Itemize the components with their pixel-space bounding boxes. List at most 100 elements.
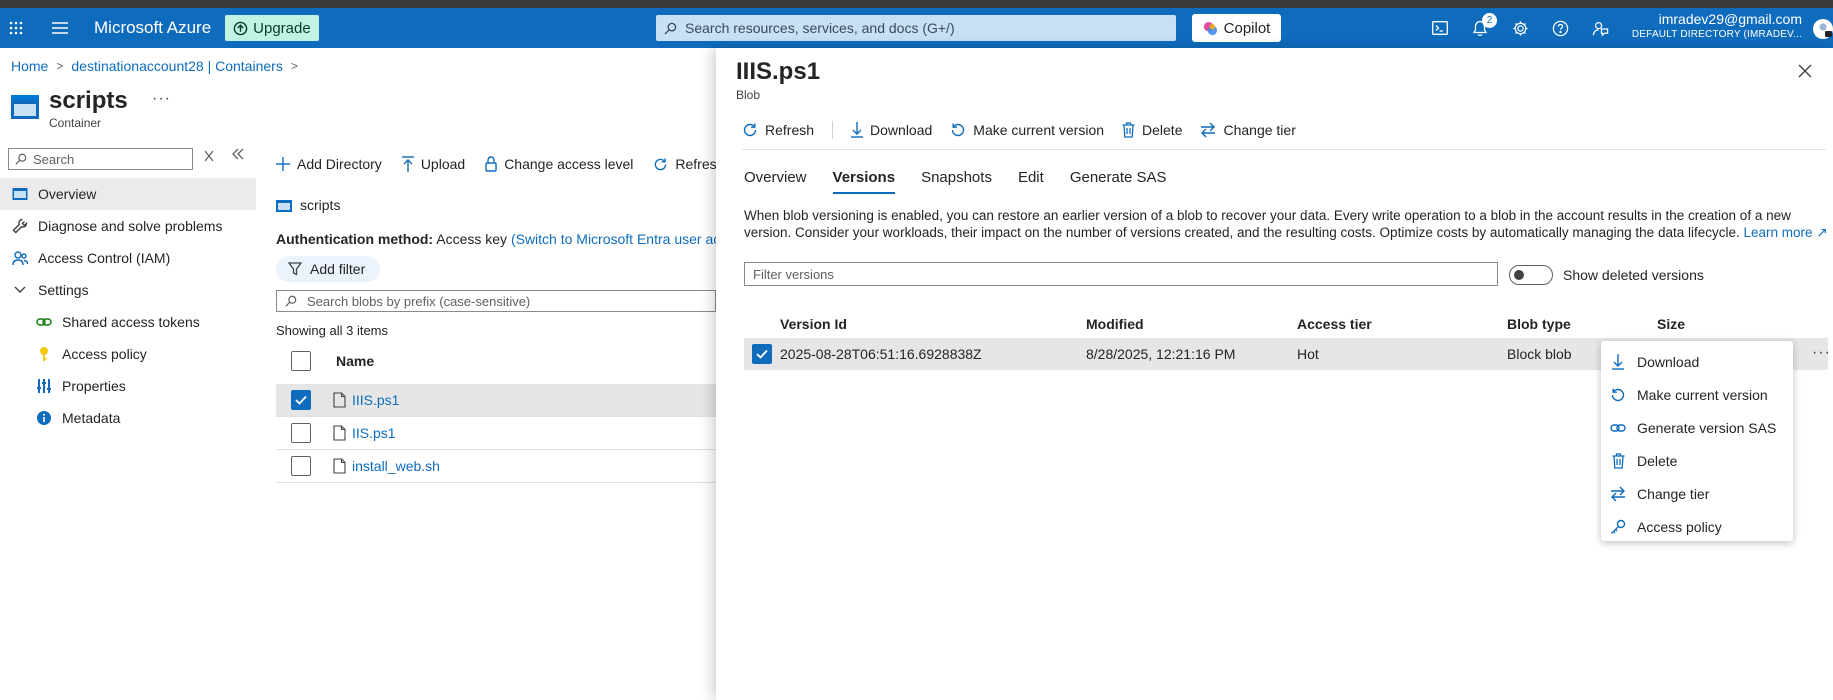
panel-command-bar: Refresh Download Make current version De… <box>742 121 1296 139</box>
nav-search-input[interactable]: Search <box>8 148 193 170</box>
add-filter-button[interactable]: Add filter <box>276 256 380 282</box>
learn-more-link[interactable]: Learn more ↗ <box>1744 225 1828 240</box>
panel-delete-label: Delete <box>1142 122 1183 138</box>
select-all-checkbox[interactable] <box>291 351 311 371</box>
menu-item-download[interactable]: Download <box>1601 345 1793 378</box>
add-directory-button[interactable]: Add Directory <box>276 156 382 172</box>
menu-item-label: Make current version <box>1637 386 1768 403</box>
help-icon[interactable] <box>1540 8 1580 48</box>
version-id-column-header[interactable]: Version Id <box>780 316 847 332</box>
panel-refresh-button[interactable]: Refresh <box>742 122 814 138</box>
nav-item-label: Shared access tokens <box>62 314 200 330</box>
menu-item-label: Delete <box>1637 452 1678 469</box>
notifications-icon[interactable]: 2 <box>1460 8 1500 48</box>
app-launcher-icon[interactable] <box>0 8 36 48</box>
access-tier-cell: Hot <box>1297 346 1319 362</box>
copilot-button[interactable]: Copilot <box>1192 14 1281 42</box>
plus-icon <box>276 157 290 171</box>
panel-download-button[interactable]: Download <box>851 122 932 138</box>
global-search-input[interactable]: Search resources, services, and docs (G+… <box>656 15 1176 41</box>
cloud-shell-icon[interactable] <box>1420 8 1460 48</box>
swap-icon <box>1201 122 1216 138</box>
key-icon <box>1609 518 1627 536</box>
tab-generate-sas[interactable]: Generate SAS <box>1070 169 1167 194</box>
nav-group-settings[interactable]: Settings <box>0 274 256 306</box>
menu-item-label: Generate version SAS <box>1637 419 1777 436</box>
hamburger-menu-icon[interactable] <box>40 8 80 48</box>
command-divider <box>832 121 834 139</box>
panel-title: IIIS.ps1 <box>736 58 821 85</box>
breadcrumb-home-link[interactable]: Home <box>11 58 48 74</box>
blob-name-link[interactable]: install_web.sh <box>352 458 440 474</box>
nav-item-diagnose[interactable]: Diagnose and solve problems <box>0 210 256 242</box>
blob-table-header: Name <box>276 346 716 376</box>
menu-item-delete[interactable]: Delete <box>1601 444 1793 477</box>
menu-item-label: Download <box>1637 353 1700 370</box>
nav-item-label: Metadata <box>62 410 121 426</box>
authentication-method: Authentication method: Access key (Switc… <box>276 231 759 247</box>
close-icon[interactable] <box>1798 64 1812 78</box>
nav-item-iam[interactable]: Access Control (IAM) <box>0 242 256 274</box>
page-subtitle: Container <box>49 116 102 130</box>
row-checkbox[interactable] <box>291 456 311 476</box>
modified-column-header[interactable]: Modified <box>1086 316 1144 332</box>
blob-type-column-header[interactable]: Blob type <box>1507 316 1571 332</box>
change-tier-button[interactable]: Change tier <box>1200 122 1296 138</box>
blob-name-link[interactable]: IIIS.ps1 <box>352 392 399 408</box>
link-icon <box>36 314 52 330</box>
blob-prefix-search-input[interactable]: Search blobs by prefix (case-sensitive) <box>276 290 716 312</box>
row-checkbox[interactable] <box>291 423 311 443</box>
change-access-level-button[interactable]: Change access level <box>485 156 633 172</box>
row-checkbox[interactable] <box>291 390 311 410</box>
make-current-version-button[interactable]: Make current version <box>950 122 1104 138</box>
avatar-lock-icon[interactable] <box>1812 18 1833 40</box>
search-icon <box>285 295 297 307</box>
collapse-nav-icon[interactable] <box>232 148 244 160</box>
menu-item-change-tier[interactable]: Change tier <box>1601 477 1793 510</box>
filter-versions-input[interactable]: Filter versions <box>744 262 1498 286</box>
more-options-button[interactable]: ··· <box>152 90 171 108</box>
current-folder: scripts <box>276 197 340 213</box>
tab-snapshots[interactable]: Snapshots <box>921 169 992 194</box>
upgrade-button[interactable]: Upgrade <box>225 15 319 41</box>
upload-button[interactable]: Upload <box>401 156 465 172</box>
nav-item-properties[interactable]: Properties <box>0 370 256 402</box>
menu-item-make-current-version[interactable]: Make current version <box>1601 378 1793 411</box>
name-column-header[interactable]: Name <box>336 353 374 369</box>
size-column-header[interactable]: Size <box>1657 316 1685 332</box>
download-icon <box>1609 353 1627 371</box>
breadcrumb-account-link[interactable]: destinationaccount28 | Containers <box>71 58 282 74</box>
access-tier-column-header[interactable]: Access tier <box>1297 316 1372 332</box>
nav-item-label: Access Control (IAM) <box>38 250 171 266</box>
checkmark-icon <box>295 395 307 405</box>
panel-delete-button[interactable]: Delete <box>1122 122 1182 138</box>
table-row[interactable]: IIIS.ps1 <box>276 384 716 417</box>
table-row[interactable]: IIS.ps1 <box>276 417 716 450</box>
change-access-level-label: Change access level <box>504 156 634 172</box>
nav-item-access-policy[interactable]: Access policy <box>0 338 256 370</box>
tab-overview[interactable]: Overview <box>744 169 807 194</box>
panel-download-label: Download <box>870 122 933 138</box>
nav-item-shared-access-tokens[interactable]: Shared access tokens <box>0 306 256 338</box>
blob-name-link[interactable]: IIS.ps1 <box>352 425 396 441</box>
tab-versions[interactable]: Versions <box>832 169 895 194</box>
clear-search-icon[interactable] <box>204 150 214 162</box>
feedback-icon[interactable] <box>1580 8 1620 48</box>
account-menu[interactable]: imradev29@gmail.com DEFAULT DIRECTORY (I… <box>1620 12 1802 42</box>
menu-item-generate-version-sas[interactable]: Generate version SAS <box>1601 411 1793 444</box>
settings-gear-icon[interactable] <box>1500 8 1540 48</box>
nav-item-metadata[interactable]: Metadata <box>0 402 256 434</box>
versioning-info-text: When blob versioning is enabled, you can… <box>744 207 1829 241</box>
table-row[interactable]: install_web.sh <box>276 450 716 483</box>
row-more-options-button[interactable]: ··· <box>1812 344 1831 362</box>
folder-name: scripts <box>300 197 341 213</box>
brand-title[interactable]: Microsoft Azure <box>94 18 211 38</box>
menu-item-access-policy[interactable]: Access policy <box>1601 510 1793 543</box>
row-checkbox[interactable] <box>752 344 772 364</box>
nav-item-overview[interactable]: Overview <box>0 178 256 210</box>
container-refresh-button[interactable]: Refresh <box>653 156 724 172</box>
link-icon <box>1609 419 1627 437</box>
tab-edit[interactable]: Edit <box>1018 169 1044 194</box>
breadcrumb: Home > destinationaccount28 | Containers… <box>11 58 298 74</box>
show-deleted-versions-toggle[interactable] <box>1509 265 1553 285</box>
